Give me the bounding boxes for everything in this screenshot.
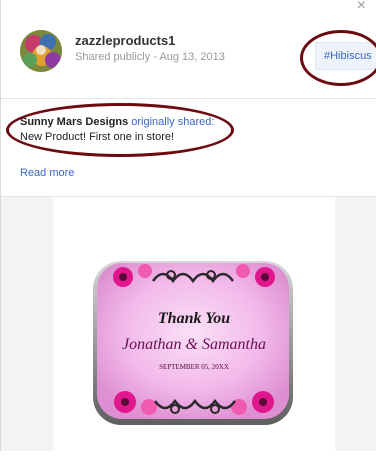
tin-title: Thank You [158,310,230,327]
product-image-area: Thank You Jonathan & Samantha SEPTEMBER … [1,197,376,451]
annotation-circle-hashtag [300,30,376,86]
avatar[interactable] [20,30,62,72]
post-meta: Shared publicly - Aug 13, 2013 [75,51,225,63]
post-card: × zazzleproducts1 Shared publicly - Aug … [0,0,376,451]
divider [1,98,376,99]
product-image-frame[interactable]: Thank You Jonathan & Samantha SEPTEMBER … [53,197,335,451]
author-name[interactable]: zazzleproducts1 [75,33,175,48]
close-icon[interactable]: × [357,0,366,15]
candy-tin-image: Thank You Jonathan & Samantha SEPTEMBER … [93,261,293,425]
tin-date: SEPTEMBER 05, 20XX [159,363,229,371]
annotation-circle-post-text [6,103,234,157]
read-more-link[interactable]: Read more [20,167,74,179]
tin-names: Jonathan & Samantha [122,336,266,353]
